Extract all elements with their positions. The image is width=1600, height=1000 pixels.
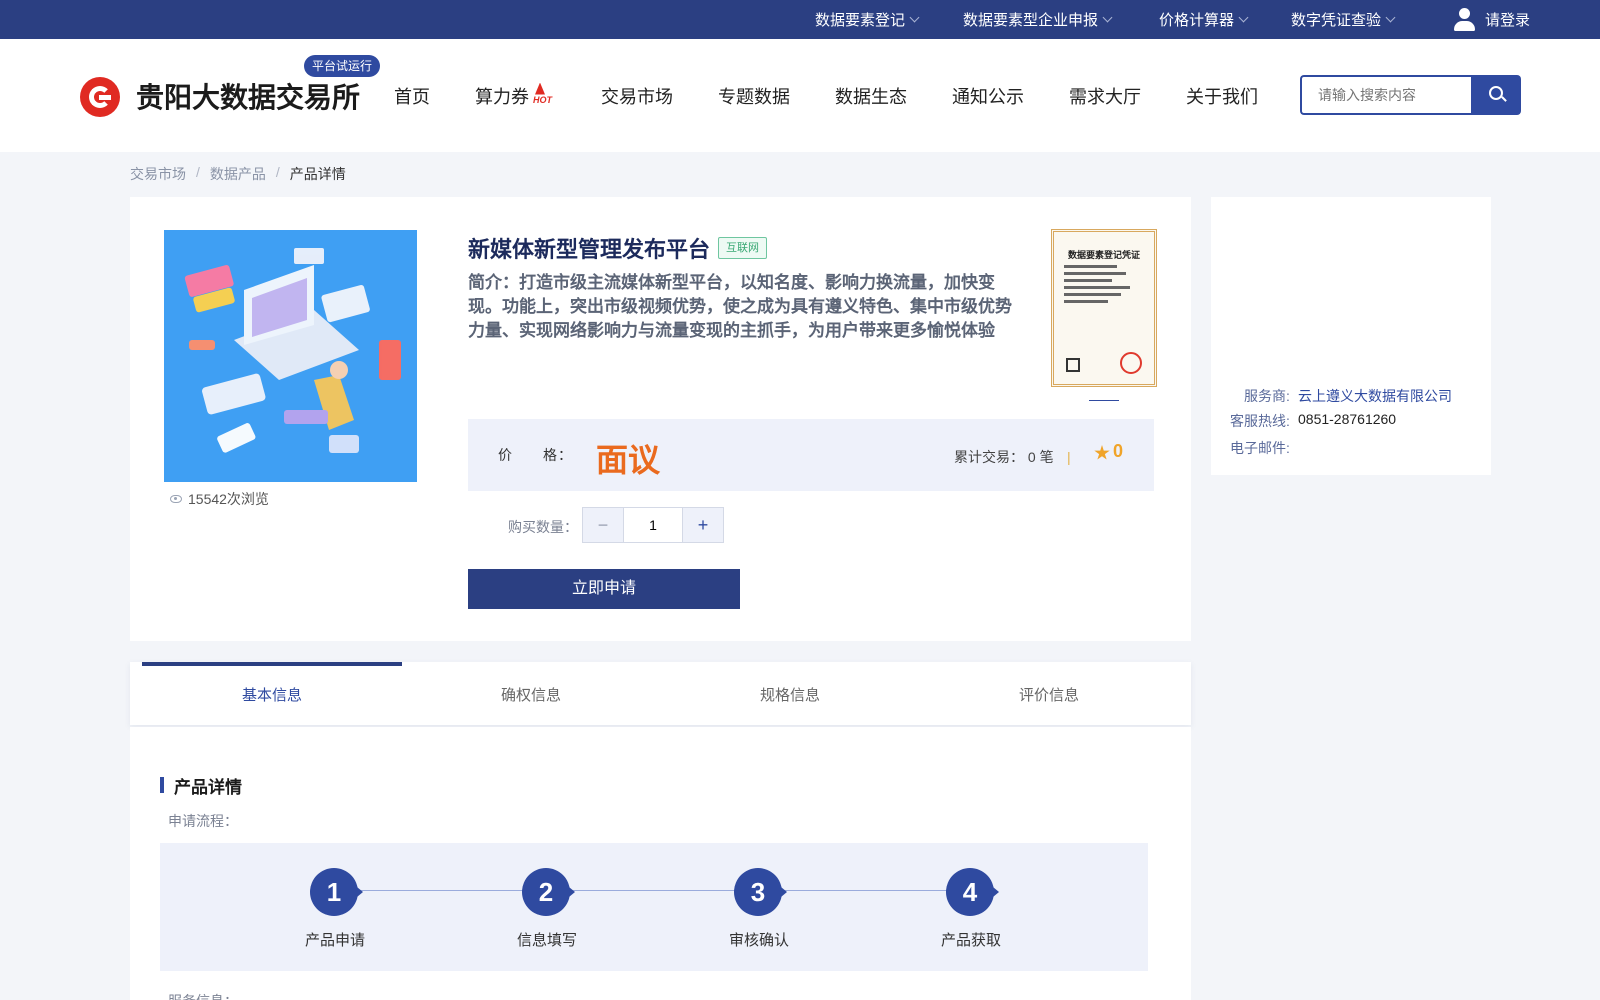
product-thumbnail [164,230,417,482]
price-panel: 价 格： 面议 累计交易： 0 笔 | 0 [468,419,1154,491]
step-2: 2 [522,868,575,916]
hot-badge: HOT [533,94,552,105]
email-label: 电子邮件: [1230,440,1290,456]
tab-rights-info[interactable]: 确权信息 [501,684,561,705]
top-bar: 数据要素登记 数据要素型企业申报 价格计算器 数字凭证查验 请登录 [0,0,1600,39]
provider-label: 服务商: [1244,388,1290,404]
nav-ecosystem[interactable]: 数据生态 [835,39,907,152]
breadcrumb-data-products[interactable]: 数据产品 [210,164,266,184]
step-1: 1 [310,868,363,916]
breadcrumb: 交易市场 / 数据产品 / 产品详情 [130,164,346,184]
tab-review-info[interactable]: 评价信息 [1019,684,1079,705]
breadcrumb-current: 产品详情 [289,166,346,182]
chevron-down-icon [909,12,920,23]
topnav-data-registration[interactable]: 数据要素登记 [815,0,920,39]
tab-basic-info[interactable]: 基本信息 [242,684,302,705]
price-value: 面议 [596,442,661,478]
chevron-down-icon [1238,12,1249,23]
chevron-down-icon [1385,12,1396,23]
cumulative-trades: 累计交易： 0 笔 [954,449,1054,465]
breadcrumb-market[interactable]: 交易市场 [130,164,186,184]
nav-about[interactable]: 关于我们 [1186,39,1258,152]
provider-card: 服务商: 云上遵义大数据有限公司 客服热线: 0851-28761260 电子邮… [1211,197,1491,475]
star-icon [1094,445,1110,460]
nav-market[interactable]: 交易市场 [601,39,673,152]
section-title: 产品详情 [174,778,242,797]
decrement-button[interactable]: − [583,508,623,542]
seal-icon [1120,352,1142,374]
product-card: 15542次浏览 新媒体新型管理发布平台 互联网 简介：打造市级主流媒体新型平台… [130,197,1191,641]
increment-button[interactable]: + [683,508,723,542]
step-4-label: 产品获取 [940,932,1001,949]
category-tag: 互联网 [718,237,767,259]
apply-now-button[interactable]: 立即申请 [468,569,740,609]
certificate-title: 数据要素登记凭证 [1067,250,1140,260]
logo-icon[interactable] [80,77,120,117]
step-3-label: 审核确认 [728,932,789,949]
search-input[interactable] [1300,75,1472,115]
logo-text[interactable]: 贵阳大数据交易所 [136,76,360,116]
nav-compute-voucher[interactable]: 算力券 HOT [475,39,552,152]
trial-badge: 平台试运行 [304,55,381,77]
login-link[interactable]: 请登录 [1453,0,1530,39]
topnav-voucher-check[interactable]: 数字凭证查验 [1291,0,1396,39]
topnav-price-calculator[interactable]: 价格计算器 [1159,0,1249,39]
eye-icon [170,495,182,503]
search-button[interactable] [1471,75,1521,115]
tab-spec-info[interactable]: 规格信息 [760,684,820,705]
nav-home[interactable]: 首页 [394,39,430,152]
hotline-value: 0851-28761260 [1298,411,1397,427]
nav-demand-hall[interactable]: 需求大厅 [1069,39,1141,152]
step-3: 3 [734,868,787,916]
user-icon [1453,7,1475,32]
qr-code-icon [1066,358,1080,372]
step-1-label: 产品申请 [304,932,365,949]
service-info-label: 服务信息： [168,991,238,1000]
topnav-enterprise-declaration[interactable]: 数据要素型企业申报 [963,0,1113,39]
product-intro: 简介：打造市级主流媒体新型平台，以知名度、影响力换流量，加快变现。功能上，突出市… [468,273,1012,340]
product-details: 产品详情 申请流程： 1 2 3 4 产品申请 信息填写 审核确认 产品获取 服… [130,727,1191,1000]
header: 贵阳大数据交易所 平台试运行 首页 算力券 HOT 交易市场 专题数据 数据生态 … [0,39,1600,152]
quantity-label: 购买数量： [508,519,578,535]
rating-value: 0 [1113,441,1124,461]
provider-link[interactable]: 云上遵义大数据有限公司 [1298,386,1452,406]
hotline-label: 客服热线: [1230,413,1290,429]
flow-label: 申请流程： [168,813,238,829]
registration-certificate[interactable]: 数据要素登记凭证 [1051,229,1157,387]
price-label: 价 格： [498,447,573,463]
step-4: 4 [946,868,999,916]
chevron-down-icon [1102,12,1113,23]
product-title: 新媒体新型管理发布平台 [468,237,711,262]
step-2-label: 信息填写 [516,932,577,949]
view-count: 15542次浏览 [170,489,269,509]
application-flow: 1 2 3 4 产品申请 信息填写 审核确认 产品获取 [160,843,1148,971]
quantity-input[interactable] [623,508,683,542]
certificate-indicator [1089,400,1119,401]
active-tab-indicator [142,662,402,666]
info-tabs: 基本信息 确权信息 规格信息 评价信息 [130,662,1191,725]
nav-notices[interactable]: 通知公示 [952,39,1024,152]
nav-topic-data[interactable]: 专题数据 [718,39,790,152]
quantity-stepper: − + [582,507,724,543]
